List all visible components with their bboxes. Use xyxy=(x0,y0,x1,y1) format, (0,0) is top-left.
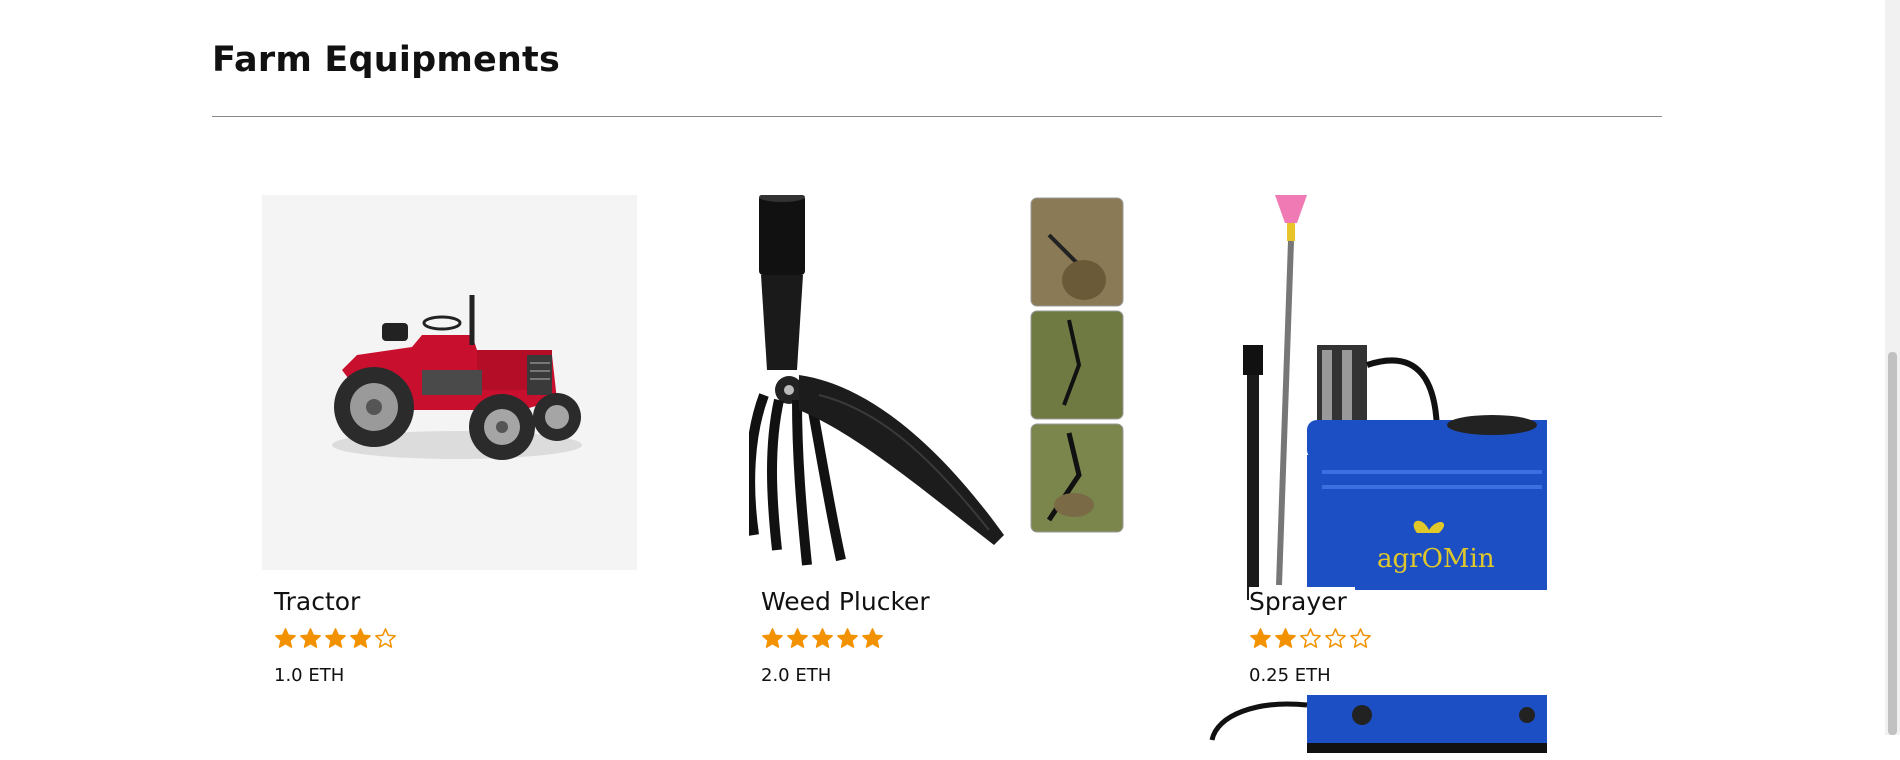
scrollbar-track[interactable] xyxy=(1885,0,1900,735)
star-filled-icon xyxy=(787,628,808,648)
product-price: 2.0 ETH xyxy=(761,665,832,686)
svg-text:agrOMin: agrOMin xyxy=(1377,544,1495,574)
star-filled-icon xyxy=(762,628,783,648)
star-empty-icon xyxy=(1300,628,1321,648)
star-filled-icon xyxy=(300,628,321,648)
weed-plucker-image[interactable] xyxy=(745,192,1124,570)
product-price: 0.25 ETH xyxy=(1249,665,1337,686)
product-card-weed-plucker[interactable]: Weed Plucker 2.0 ETH xyxy=(699,192,1129,755)
star-filled-icon xyxy=(350,628,371,648)
sprayer-image[interactable]: agrOMin xyxy=(1167,195,1557,755)
star-filled-icon xyxy=(837,628,858,648)
star-empty-icon xyxy=(1350,628,1371,648)
product-name[interactable]: Weed Plucker xyxy=(761,587,930,616)
product-card-tractor[interactable]: Tractor 1.0 ETH xyxy=(212,195,642,755)
product-rating xyxy=(1249,627,1378,650)
star-empty-icon xyxy=(375,628,396,648)
scrollbar-thumb[interactable] xyxy=(1888,352,1897,735)
product-rating xyxy=(761,627,884,650)
star-filled-icon xyxy=(275,628,296,648)
product-name[interactable]: Tractor xyxy=(274,587,360,616)
section-divider xyxy=(212,116,1662,117)
star-filled-icon xyxy=(325,628,346,648)
farm-equipments-section: Farm Equipments Tractor 1.0 ETH Weed Plu… xyxy=(212,40,1662,753)
star-filled-icon xyxy=(1275,628,1296,648)
star-filled-icon xyxy=(1250,628,1271,648)
product-card-sprayer[interactable]: agrOMin Sprayer 0.25 ETH xyxy=(1187,195,1617,755)
star-empty-icon xyxy=(1325,628,1346,648)
product-name[interactable]: Sprayer xyxy=(1249,587,1355,616)
star-filled-icon xyxy=(862,628,883,648)
tractor-image[interactable] xyxy=(262,195,637,570)
star-filled-icon xyxy=(812,628,833,648)
section-title: Farm Equipments xyxy=(212,40,561,80)
product-price: 1.0 ETH xyxy=(274,665,345,686)
product-rating xyxy=(274,627,397,650)
